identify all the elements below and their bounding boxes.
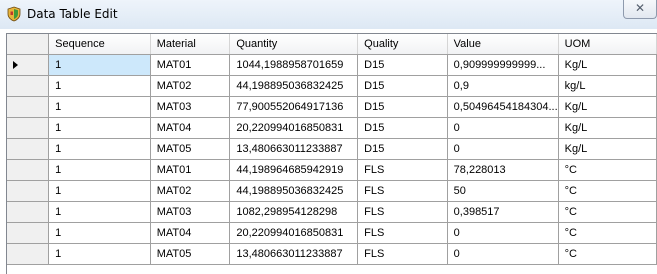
cell-material[interactable]: MAT04 — [150, 117, 231, 139]
cell-quality[interactable]: D15 — [357, 75, 448, 97]
cell-material[interactable]: MAT01 — [150, 159, 231, 181]
cell-quantity[interactable]: 44,198895036832425 — [229, 180, 359, 202]
cell-quality[interactable]: D15 — [357, 54, 448, 76]
cell-sequence[interactable]: 1 — [48, 96, 151, 118]
cell-quality[interactable]: FLS — [357, 243, 448, 265]
cell-uom[interactable]: Kg/L — [558, 54, 657, 76]
cell-quantity[interactable]: 13,480663011233887 — [229, 138, 359, 160]
grid-body: 1 MAT01 1044,1988958701659 D15 0,90999999999… — [7, 54, 657, 265]
cell-material[interactable]: MAT02 — [150, 75, 231, 97]
cell-sequence[interactable]: 1 — [48, 222, 151, 244]
data-table: Sequence Material Quantity Quality Value… — [7, 34, 657, 265]
table-row[interactable]: 1 MAT02 44,198895036832425 D15 0,9 kg/L — [7, 75, 657, 97]
row-header[interactable] — [7, 159, 50, 181]
column-header-quality[interactable]: Quality — [357, 34, 448, 55]
close-button[interactable]: ✕ — [623, 0, 657, 19]
cell-sequence[interactable]: 1 — [48, 201, 151, 223]
column-header-sequence[interactable]: Sequence — [48, 34, 151, 55]
cell-quantity[interactable]: 44,198964685942919 — [229, 159, 359, 181]
cell-uom[interactable]: °C — [558, 243, 657, 265]
cell-quality[interactable]: D15 — [357, 117, 448, 139]
cell-uom[interactable]: Kg/L — [558, 96, 657, 118]
table-row[interactable]: 1 MAT04 20,220994016850831 FLS 0 °C — [7, 222, 657, 244]
cell-quality[interactable]: D15 — [357, 138, 448, 160]
header-row: Sequence Material Quantity Quality Value… — [7, 34, 657, 55]
cell-uom[interactable]: °C — [558, 180, 657, 202]
cell-value[interactable]: 0,9 — [447, 75, 559, 97]
row-pointer-icon — [13, 60, 18, 69]
table-row[interactable]: 1 MAT01 44,198964685942919 FLS 78,228013 °C — [7, 159, 657, 181]
cell-uom[interactable]: Kg/L — [558, 117, 657, 139]
app-icon — [7, 6, 21, 22]
table-row[interactable]: 1 MAT05 13,480663011233887 D15 0 Kg/L — [7, 138, 657, 160]
row-header[interactable] — [7, 243, 50, 265]
column-header-value[interactable]: Value — [447, 34, 559, 55]
cell-material[interactable]: MAT03 — [150, 96, 231, 118]
row-header[interactable] — [7, 201, 50, 223]
cell-quantity[interactable]: 44,198895036832425 — [229, 75, 359, 97]
cell-value[interactable]: 0 — [447, 117, 559, 139]
data-grid[interactable]: Sequence Material Quantity Quality Value… — [6, 33, 657, 274]
cell-value[interactable]: 0 — [447, 243, 559, 265]
data-table-edit-window: Data Table Edit ✕ Sequence Material Quan… — [0, 0, 657, 274]
cell-material[interactable]: MAT03 — [150, 201, 231, 223]
cell-sequence[interactable]: 1 — [48, 54, 151, 76]
cell-sequence[interactable]: 1 — [48, 180, 151, 202]
grid-corner[interactable] — [7, 34, 50, 55]
cell-sequence[interactable]: 1 — [48, 243, 151, 265]
table-row[interactable]: 1 MAT03 1082,298954128298 FLS 0,398517 °C — [7, 201, 657, 223]
cell-value[interactable]: 0,398517 — [447, 201, 559, 223]
cell-material[interactable]: MAT05 — [150, 138, 231, 160]
row-header[interactable] — [7, 96, 50, 118]
cell-quantity[interactable]: 20,220994016850831 — [229, 117, 359, 139]
cell-value[interactable]: 78,228013 — [447, 159, 559, 181]
column-header-quantity[interactable]: Quantity — [229, 34, 359, 55]
cell-value[interactable]: 0,50496454184304... — [447, 96, 559, 118]
column-header-uom[interactable]: UOM — [558, 34, 657, 55]
cell-quantity[interactable]: 1044,1988958701659 — [229, 54, 359, 76]
cell-material[interactable]: MAT02 — [150, 180, 231, 202]
cell-material[interactable]: MAT01 — [150, 54, 231, 76]
cell-quantity[interactable]: 20,220994016850831 — [229, 222, 359, 244]
cell-uom[interactable]: kg/L — [558, 75, 657, 97]
column-header-material[interactable]: Material — [150, 34, 231, 55]
cell-material[interactable]: MAT04 — [150, 222, 231, 244]
cell-quality[interactable]: FLS — [357, 201, 448, 223]
cell-sequence[interactable]: 1 — [48, 138, 151, 160]
cell-uom[interactable]: °C — [558, 159, 657, 181]
row-header[interactable] — [7, 180, 50, 202]
cell-quantity[interactable]: 1082,298954128298 — [229, 201, 359, 223]
cell-value[interactable]: 0 — [447, 138, 559, 160]
cell-uom[interactable]: °C — [558, 201, 657, 223]
title-bar[interactable]: Data Table Edit ✕ — [0, 0, 657, 29]
table-row[interactable]: 1 MAT04 20,220994016850831 D15 0 Kg/L — [7, 117, 657, 139]
cell-sequence[interactable]: 1 — [48, 159, 151, 181]
cell-sequence[interactable]: 1 — [48, 117, 151, 139]
cell-value[interactable]: 0 — [447, 222, 559, 244]
window-title: Data Table Edit — [27, 7, 118, 21]
close-icon: ✕ — [634, 1, 646, 15]
table-row[interactable]: 1 MAT05 13,480663011233887 FLS 0 °C — [7, 243, 657, 265]
cell-quality[interactable]: D15 — [357, 96, 448, 118]
cell-quality[interactable]: FLS — [357, 180, 448, 202]
cell-value[interactable]: 0,909999999999... — [447, 54, 559, 76]
table-row[interactable]: 1 MAT01 1044,1988958701659 D15 0,90999999999… — [7, 54, 657, 76]
row-header[interactable] — [7, 75, 50, 97]
cell-material[interactable]: MAT05 — [150, 243, 231, 265]
cell-uom[interactable]: Kg/L — [558, 138, 657, 160]
cell-quantity[interactable]: 77,900552064917136 — [229, 96, 359, 118]
cell-sequence[interactable]: 1 — [48, 75, 151, 97]
cell-uom[interactable]: °C — [558, 222, 657, 244]
table-row[interactable]: 1 MAT03 77,900552064917136 D15 0,50496454184… — [7, 96, 657, 118]
cell-quantity[interactable]: 13,480663011233887 — [229, 243, 359, 265]
row-header[interactable] — [7, 117, 50, 139]
row-header[interactable] — [7, 138, 50, 160]
table-row[interactable]: 1 MAT02 44,198895036832425 FLS 50 °C — [7, 180, 657, 202]
row-header[interactable] — [7, 54, 50, 76]
cell-quality[interactable]: FLS — [357, 222, 448, 244]
cell-quality[interactable]: FLS — [357, 159, 448, 181]
cell-value[interactable]: 50 — [447, 180, 559, 202]
row-header[interactable] — [7, 222, 50, 244]
